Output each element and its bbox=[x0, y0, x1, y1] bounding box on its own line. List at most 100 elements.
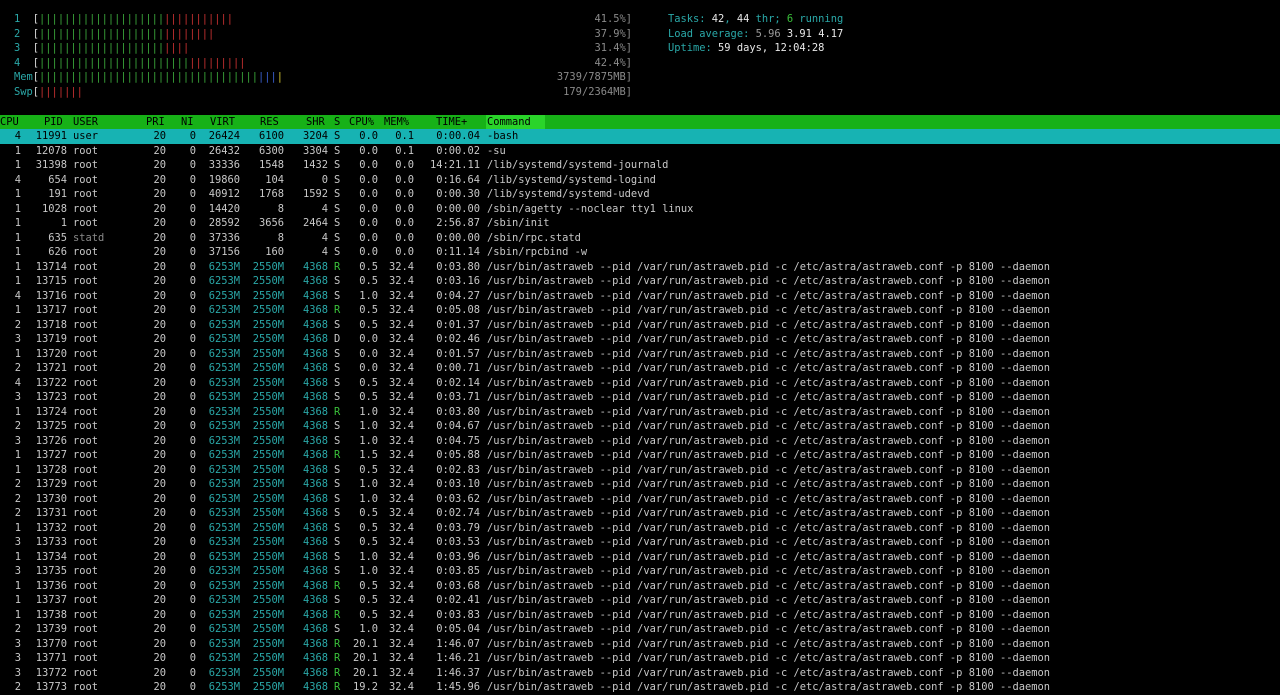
cell-time: 0:02.83 bbox=[436, 463, 480, 476]
process-row[interactable]: 1 13724 root 20 0 6253M 2550M 4368 R 1.0 32.4 0:03.… bbox=[0, 405, 1280, 420]
process-row[interactable]: 3 13723 root 20 0 6253M 2550M 4368 S 0.5 32.4 0:03.… bbox=[0, 390, 1280, 405]
col-cpu[interactable]: CPU bbox=[0, 115, 19, 129]
cell-pri: 20 bbox=[153, 289, 166, 302]
cell-ni: 0 bbox=[189, 550, 196, 563]
col-pid[interactable]: PID bbox=[44, 115, 63, 129]
cell-cpu: 4 bbox=[14, 130, 21, 142]
cell-shr: 4368 bbox=[302, 463, 328, 476]
cell-user: root bbox=[73, 362, 99, 374]
process-row[interactable]: 2 13731 root 20 0 6253M 2550M 4368 S 0.5 32.4 0:02.… bbox=[0, 506, 1280, 521]
process-row[interactable]: 1 13717 root 20 0 6253M 2550M 4368 R 0.5 32.4 0:05.… bbox=[0, 303, 1280, 318]
cell-mem-pct: 32.4 bbox=[388, 434, 414, 447]
cell-pid: 13722 bbox=[35, 376, 67, 389]
cell-virt: 6253M bbox=[208, 463, 240, 476]
process-row[interactable]: 1 635 statd 20 0 37336 8 4 S 0.0 0.0 0:00.00/sbin/r… bbox=[0, 231, 1280, 246]
col-virt[interactable]: VIRT bbox=[210, 115, 235, 129]
process-row[interactable]: 3 13770 root 20 0 6253M 2550M 4368 R 20.1 32.4 1:46… bbox=[0, 637, 1280, 652]
col-time[interactable]: TIME+ bbox=[436, 115, 467, 129]
process-row[interactable]: 1 13720 root 20 0 6253M 2550M 4368 S 0.0 32.4 0:01.… bbox=[0, 347, 1280, 362]
cell-command: /usr/bin/astraweb --pid /var/run/astrawe… bbox=[487, 507, 1051, 519]
process-row[interactable]: 2 13729 root 20 0 6253M 2550M 4368 S 1.0 32.4 0:03.… bbox=[0, 477, 1280, 492]
col-pri[interactable]: PRI bbox=[146, 115, 165, 129]
process-row[interactable]: 1 13728 root 20 0 6253M 2550M 4368 S 0.5 32.4 0:02.… bbox=[0, 463, 1280, 478]
col-mem-pct[interactable]: MEM% bbox=[384, 115, 409, 129]
col-s[interactable]: S bbox=[334, 115, 340, 129]
cell-pri: 20 bbox=[153, 144, 166, 157]
process-row[interactable]: 2 13721 root 20 0 6253M 2550M 4368 S 0.0 32.4 0:00.… bbox=[0, 361, 1280, 376]
process-row[interactable]: 1 13732 root 20 0 6253M 2550M 4368 S 0.5 32.4 0:03.… bbox=[0, 521, 1280, 536]
cell-user: root bbox=[73, 652, 99, 664]
process-row[interactable]: 1 13727 root 20 0 6253M 2550M 4368 R 1.5 32.4 0:05.… bbox=[0, 448, 1280, 463]
cell-pid: 626 bbox=[48, 246, 67, 258]
cell-res: 8 bbox=[277, 231, 284, 244]
cell-res: 2550M bbox=[252, 681, 284, 693]
cell-user: root bbox=[73, 594, 99, 606]
cell-virt: 6253M bbox=[208, 376, 240, 389]
process-row-selected[interactable]: 4 11991 user 20 0 26424 6100 3204 S 0.0 0.1 0:00.04… bbox=[0, 129, 1280, 144]
cell-cpu-pct: 0.5 bbox=[359, 463, 378, 476]
process-row[interactable]: 3 13771 root 20 0 6253M 2550M 4368 R 20.1 32.4 1:46… bbox=[0, 651, 1280, 666]
process-row[interactable]: 3 13726 root 20 0 6253M 2550M 4368 S 1.0 32.4 0:04.… bbox=[0, 434, 1280, 449]
process-row[interactable]: 1 13736 root 20 0 6253M 2550M 4368 R 0.5 32.4 0:03.… bbox=[0, 579, 1280, 594]
cell-ni: 0 bbox=[189, 478, 196, 490]
col-res[interactable]: RES bbox=[260, 115, 279, 129]
process-row[interactable]: 3 13735 root 20 0 6253M 2550M 4368 S 1.0 32.4 0:03.… bbox=[0, 564, 1280, 579]
process-row[interactable]: 4 13716 root 20 0 6253M 2550M 4368 S 1.0 32.4 0:04.… bbox=[0, 289, 1280, 304]
cell-time: 0:02.46 bbox=[436, 333, 480, 345]
process-row[interactable]: 2 13773 root 20 0 6253M 2550M 4368 R 19.2 32.4 1:45… bbox=[0, 680, 1280, 695]
process-row[interactable]: 1 13714 root 20 0 6253M 2550M 4368 R 0.5 32.4 0:03.… bbox=[0, 260, 1280, 275]
process-row[interactable]: 1 31398 root 20 0 33336 1548 1432 S 0.0 0.0 14:21.1… bbox=[0, 158, 1280, 173]
col-ni[interactable]: NI bbox=[181, 115, 194, 129]
cell-s: S bbox=[334, 478, 341, 490]
cell-command: /usr/bin/astraweb --pid /var/run/astrawe… bbox=[487, 623, 1051, 635]
load-5: 3.91 bbox=[786, 27, 812, 40]
process-row[interactable]: 2 13730 root 20 0 6253M 2550M 4368 S 1.0 32.4 0:03.… bbox=[0, 492, 1280, 507]
cell-mem-pct: 32.4 bbox=[388, 333, 414, 345]
cell-pri: 20 bbox=[153, 550, 166, 563]
process-row[interactable]: 1 12078 root 20 0 26432 6300 3304 S 0.0 0.1 0:00.02… bbox=[0, 144, 1280, 159]
cell-time: 0:00.00 bbox=[436, 202, 480, 215]
cell-command: /usr/bin/astraweb --pid /var/run/astrawe… bbox=[487, 594, 1051, 606]
cell-res: 2550M bbox=[252, 550, 284, 563]
cell-shr: 4368 bbox=[302, 347, 328, 360]
cell-user: user bbox=[73, 130, 99, 142]
process-row[interactable]: 4 13722 root 20 0 6253M 2550M 4368 S 0.5 32.4 0:02.… bbox=[0, 376, 1280, 391]
process-row[interactable]: 1 1028 root 20 0 14420 8 4 S 0.0 0.0 0:00.00/sbin/a… bbox=[0, 202, 1280, 217]
process-row[interactable]: 2 13718 root 20 0 6253M 2550M 4368 S 0.5 32.4 0:01.… bbox=[0, 318, 1280, 333]
cell-virt: 6253M bbox=[208, 362, 240, 374]
process-row[interactable]: 1 13715 root 20 0 6253M 2550M 4368 S 0.5 32.4 0:03.… bbox=[0, 274, 1280, 289]
col-command[interactable]: Command bbox=[486, 115, 545, 129]
cell-cpu: 1 bbox=[14, 608, 21, 621]
cell-cpu: 3 bbox=[14, 652, 21, 664]
cell-cpu: 3 bbox=[14, 434, 21, 447]
process-row[interactable]: 3 13733 root 20 0 6253M 2550M 4368 S 0.5 32.4 0:03.… bbox=[0, 535, 1280, 550]
process-row[interactable]: 1 626 root 20 0 37156 160 4 S 0.0 0.0 0:11.14/sbin/… bbox=[0, 245, 1280, 260]
cell-pid: 13731 bbox=[35, 507, 67, 519]
process-row[interactable]: 2 13725 root 20 0 6253M 2550M 4368 S 1.0 32.4 0:04.… bbox=[0, 419, 1280, 434]
process-row[interactable]: 3 13772 root 20 0 6253M 2550M 4368 R 20.1 32.4 1:46… bbox=[0, 666, 1280, 681]
col-shr[interactable]: SHR bbox=[306, 115, 325, 129]
process-row[interactable]: 1 13738 root 20 0 6253M 2550M 4368 R 0.5 32.4 0:03.… bbox=[0, 608, 1280, 623]
col-user[interactable]: USER bbox=[73, 115, 98, 129]
cell-command: /usr/bin/astraweb --pid /var/run/astrawe… bbox=[487, 391, 1051, 403]
process-row[interactable]: 1 191 root 20 0 40912 1768 1592 S 0.0 0.0 0:00.30/l… bbox=[0, 187, 1280, 202]
cell-cpu: 3 bbox=[14, 565, 21, 577]
col-cpu-pct[interactable]: CPU% bbox=[349, 115, 374, 129]
process-row[interactable]: 4 654 root 20 0 19860 104 0 S 0.0 0.0 0:16.64/lib/s… bbox=[0, 173, 1280, 188]
cell-mem-pct: 0.0 bbox=[395, 231, 414, 244]
cell-pri: 20 bbox=[153, 376, 166, 389]
process-row[interactable]: 1 1 root 20 0 28592 3656 2464 S 0.0 0.0 2:56.87/sbi… bbox=[0, 216, 1280, 231]
process-row[interactable]: 1 13737 root 20 0 6253M 2550M 4368 S 0.5 32.4 0:02.… bbox=[0, 593, 1280, 608]
cell-ni: 0 bbox=[189, 536, 196, 548]
process-row[interactable]: 3 13719 root 20 0 6253M 2550M 4368 D 0.0 32.4 0:02.… bbox=[0, 332, 1280, 347]
cell-pri: 20 bbox=[153, 507, 166, 519]
mem-meter-label: Mem bbox=[14, 71, 33, 83]
cell-pid: 13717 bbox=[35, 304, 67, 316]
cell-ni: 0 bbox=[189, 405, 196, 418]
process-row[interactable]: 2 13739 root 20 0 6253M 2550M 4368 S 1.0 32.4 0:05.… bbox=[0, 622, 1280, 637]
cell-command: /usr/bin/astraweb --pid /var/run/astrawe… bbox=[487, 405, 1051, 418]
cell-ni: 0 bbox=[189, 434, 196, 447]
cell-command: /usr/bin/astraweb --pid /var/run/astrawe… bbox=[487, 333, 1051, 345]
process-row[interactable]: 1 13734 root 20 0 6253M 2550M 4368 S 1.0 32.4 0:03.… bbox=[0, 550, 1280, 565]
cell-pid: 654 bbox=[48, 173, 67, 186]
